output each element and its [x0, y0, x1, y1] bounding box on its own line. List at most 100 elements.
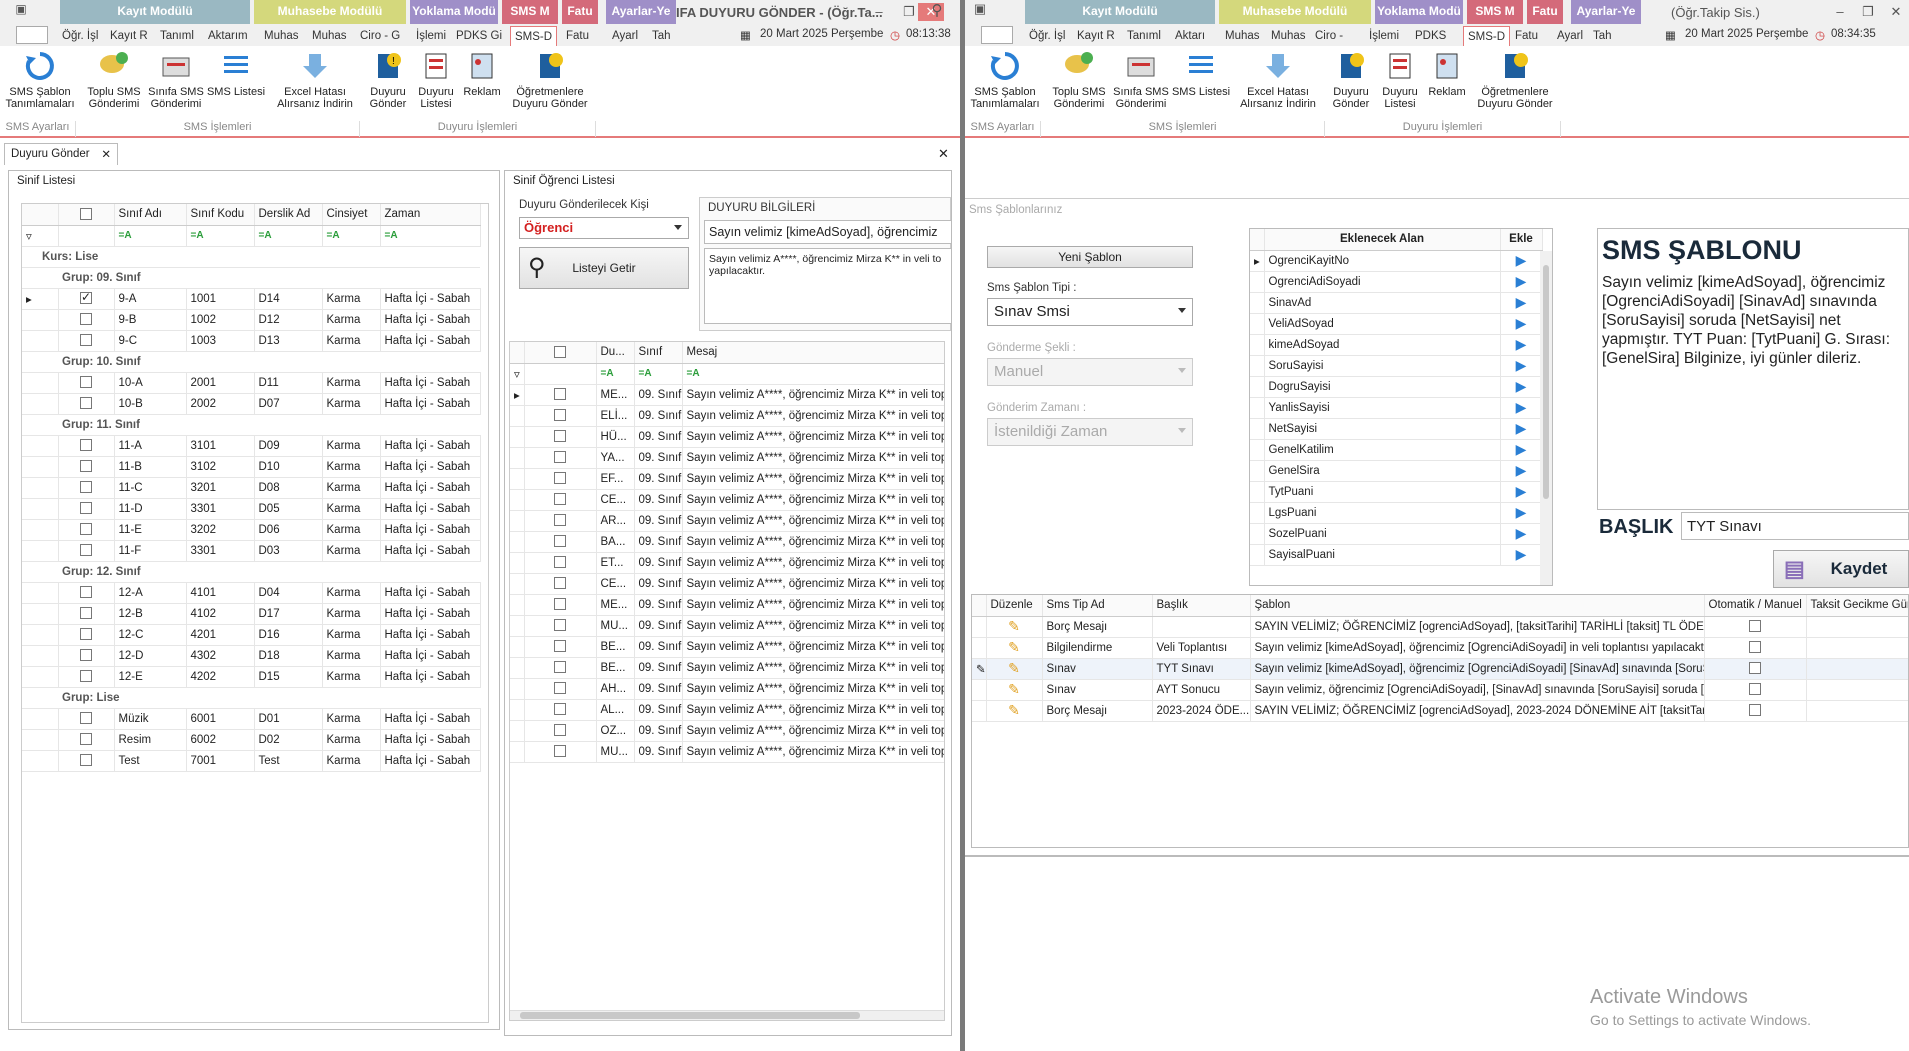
filter-cell[interactable]: =A — [186, 225, 255, 247]
subtab-12[interactable]: Tah — [652, 26, 671, 46]
list-item[interactable]: OgrenciAdiSoyadi ▶ — [1250, 271, 1543, 293]
edit-cell[interactable]: ✎ — [986, 658, 1043, 680]
row-checkbox[interactable] — [554, 388, 566, 401]
quick-access-button[interactable] — [16, 26, 48, 44]
ribbon-reklam[interactable]: Reklam — [456, 50, 508, 98]
col-otomatik[interactable]: Otomatik / Manuel — [1704, 595, 1807, 617]
add-field-cell[interactable]: ▶ — [1500, 397, 1543, 419]
add-field-cell[interactable]: ▶ — [1500, 502, 1543, 524]
table-row[interactable]: AH... 09. Sınıf Sayın velimiz A****, öğren… — [510, 678, 944, 700]
filter-cell[interactable]: =A — [634, 363, 683, 385]
save-button[interactable]: ▤ Kaydet — [1773, 550, 1909, 588]
row-checkbox-cell[interactable] — [524, 531, 597, 553]
table-row[interactable]: ME... 09. Sınıf Sayın velimiz A****, öğren… — [510, 594, 944, 616]
table-row[interactable]: 11-C 3201 D08 Karma Hafta İçi - Sabah — [22, 477, 481, 499]
add-field-cell[interactable]: ▶ — [1500, 355, 1543, 377]
table-row[interactable]: 9-B 1002 D12 Karma Hafta İçi - Sabah — [22, 309, 481, 331]
row-checkbox[interactable] — [80, 502, 92, 515]
select-all-checkbox[interactable] — [80, 208, 92, 221]
table-row[interactable]: HÜ... 09. Sınıf Sayın velimiz A****, öğren… — [510, 426, 944, 448]
module-tab-muhasebe[interactable]: Muhasebe Modülü — [1219, 0, 1371, 24]
edit-icon[interactable]: ✎ — [1008, 618, 1020, 634]
row-checkbox-cell[interactable] — [58, 309, 115, 331]
row-checkbox[interactable] — [80, 733, 92, 746]
table-row[interactable]: CE... 09. Sınıf Sayın velimiz A****, öğren… — [510, 489, 944, 511]
add-field-cell[interactable]: ▶ — [1500, 418, 1543, 440]
play-icon[interactable]: ▶ — [1516, 441, 1527, 457]
subtab-11[interactable]: Ayarl — [1557, 26, 1583, 46]
module-tab-sms[interactable]: SMS M — [502, 0, 558, 24]
row-checkbox-cell[interactable] — [524, 741, 597, 763]
auto-checkbox-cell[interactable] — [1704, 658, 1807, 680]
list-item[interactable]: kimeAdSoyad ▶ — [1250, 334, 1543, 356]
group-row[interactable]: Grup: 09. Sınıf — [22, 267, 480, 289]
play-icon[interactable]: ▶ — [1516, 273, 1527, 289]
add-field-cell[interactable]: ▶ — [1500, 250, 1543, 272]
list-item[interactable]: TytPuani ▶ — [1250, 481, 1543, 503]
col-zaman[interactable]: Zaman — [380, 204, 481, 226]
play-icon[interactable]: ▶ — [1516, 315, 1527, 331]
subtab-6[interactable]: Ciro - G — [360, 26, 400, 46]
row-checkbox[interactable] — [80, 334, 92, 347]
row-checkbox-cell[interactable] — [58, 666, 115, 688]
subtab-0[interactable]: Öğr. İşl — [1029, 26, 1065, 46]
module-tab-muhasebe[interactable]: Muhasebe Modülü — [254, 0, 406, 24]
row-checkbox[interactable] — [80, 523, 92, 536]
col-mesaj[interactable]: Mesaj — [682, 342, 944, 364]
row-checkbox[interactable] — [554, 430, 566, 443]
row-checkbox[interactable] — [80, 607, 92, 620]
edit-icon[interactable]: ✎ — [1008, 660, 1020, 676]
row-checkbox-cell[interactable] — [524, 615, 597, 637]
table-row[interactable]: BE... 09. Sınıf Sayın velimiz A****, öğren… — [510, 657, 944, 679]
table-row[interactable]: ▸ ME... 09. Sınıf Sayın velimiz A****, öğre… — [510, 384, 944, 406]
list-item[interactable]: SozelPuani ▶ — [1250, 523, 1543, 545]
edit-icon[interactable]: ✎ — [1008, 702, 1020, 718]
list-item[interactable]: SoruSayisi ▶ — [1250, 355, 1543, 377]
col-cinsiyet[interactable]: Cinsiyet — [322, 204, 381, 226]
row-checkbox-cell[interactable] — [58, 477, 115, 499]
col-sinif[interactable]: Sınıf — [634, 342, 683, 364]
close-icon[interactable]: ✕ — [101, 147, 111, 161]
table-row[interactable]: 10-B 2002 D07 Karma Hafta İçi - Sabah — [22, 393, 481, 415]
table-row[interactable]: 11-D 3301 D05 Karma Hafta İçi - Sabah — [22, 498, 481, 520]
add-field-cell[interactable]: ▶ — [1500, 523, 1543, 545]
table-row[interactable]: CE... 09. Sınıf Sayın velimiz A****, öğren… — [510, 573, 944, 595]
subtab-4[interactable]: Muhas — [1225, 26, 1260, 46]
row-checkbox-cell[interactable] — [524, 636, 597, 658]
auto-checkbox[interactable] — [1749, 683, 1761, 696]
table-row[interactable]: YA... 09. Sınıf Sayın velimiz A****, öğren… — [510, 447, 944, 469]
row-checkbox[interactable] — [554, 451, 566, 464]
row-checkbox-cell[interactable] — [524, 678, 597, 700]
list-item[interactable]: GenelSira ▶ — [1250, 460, 1543, 482]
list-item[interactable]: DogruSayisi ▶ — [1250, 376, 1543, 398]
play-icon[interactable]: ▶ — [1516, 420, 1527, 436]
row-checkbox-cell[interactable] — [58, 750, 115, 772]
table-row[interactable]: ELİ... 09. Sınıf Sayın velimiz A****, öğre… — [510, 405, 944, 427]
ribbon-toplu-sms[interactable]: Toplu SMS Gönderimi — [1041, 50, 1117, 110]
filter-cell[interactable]: =A — [596, 363, 635, 385]
add-field-cell[interactable]: ▶ — [1500, 313, 1543, 335]
row-checkbox-cell[interactable] — [58, 498, 115, 520]
play-icon[interactable]: ▶ — [1516, 462, 1527, 478]
send-type-dropdown[interactable]: Manuel — [987, 358, 1193, 386]
ribbon-reklam[interactable]: Reklam — [1421, 50, 1473, 98]
edit-cell[interactable]: ✎ — [986, 637, 1043, 659]
table-row[interactable]: BA... 09. Sınıf Sayın velimiz A****, öğren… — [510, 531, 944, 553]
row-checkbox[interactable] — [80, 544, 92, 557]
ribbon-toplu-sms[interactable]: Toplu SMS Gönderimi — [76, 50, 152, 110]
ribbon-sms-listesi[interactable]: SMS Listesi — [1171, 50, 1231, 98]
auto-checkbox[interactable] — [1749, 704, 1761, 717]
table-row[interactable]: Resim 6002 D02 Karma Hafta İçi - Sabah — [22, 729, 481, 751]
row-checkbox[interactable] — [554, 682, 566, 695]
table-row[interactable]: Müzik 6001 D01 Karma Hafta İçi - Sabah — [22, 708, 481, 730]
close-icon[interactable]: ✕ — [1883, 3, 1909, 21]
table-row[interactable]: 11-A 3101 D09 Karma Hafta İçi - Sabah — [22, 435, 481, 457]
row-checkbox[interactable] — [554, 619, 566, 632]
table-row[interactable]: 12-B 4102 D17 Karma Hafta İçi - Sabah — [22, 603, 481, 625]
subtab-7[interactable]: İşlemi — [1369, 26, 1399, 46]
play-icon[interactable]: ▶ — [1516, 525, 1527, 541]
module-tab-ayarlar[interactable]: Ayarlar-Ye — [1571, 0, 1641, 24]
baslik-input[interactable]: TYT Sınavı — [1681, 512, 1909, 540]
table-row[interactable]: OZ... 09. Sınıf Sayın velimiz A****, öğren… — [510, 720, 944, 742]
module-tab-kayit[interactable]: Kayıt Modülü — [60, 0, 250, 24]
